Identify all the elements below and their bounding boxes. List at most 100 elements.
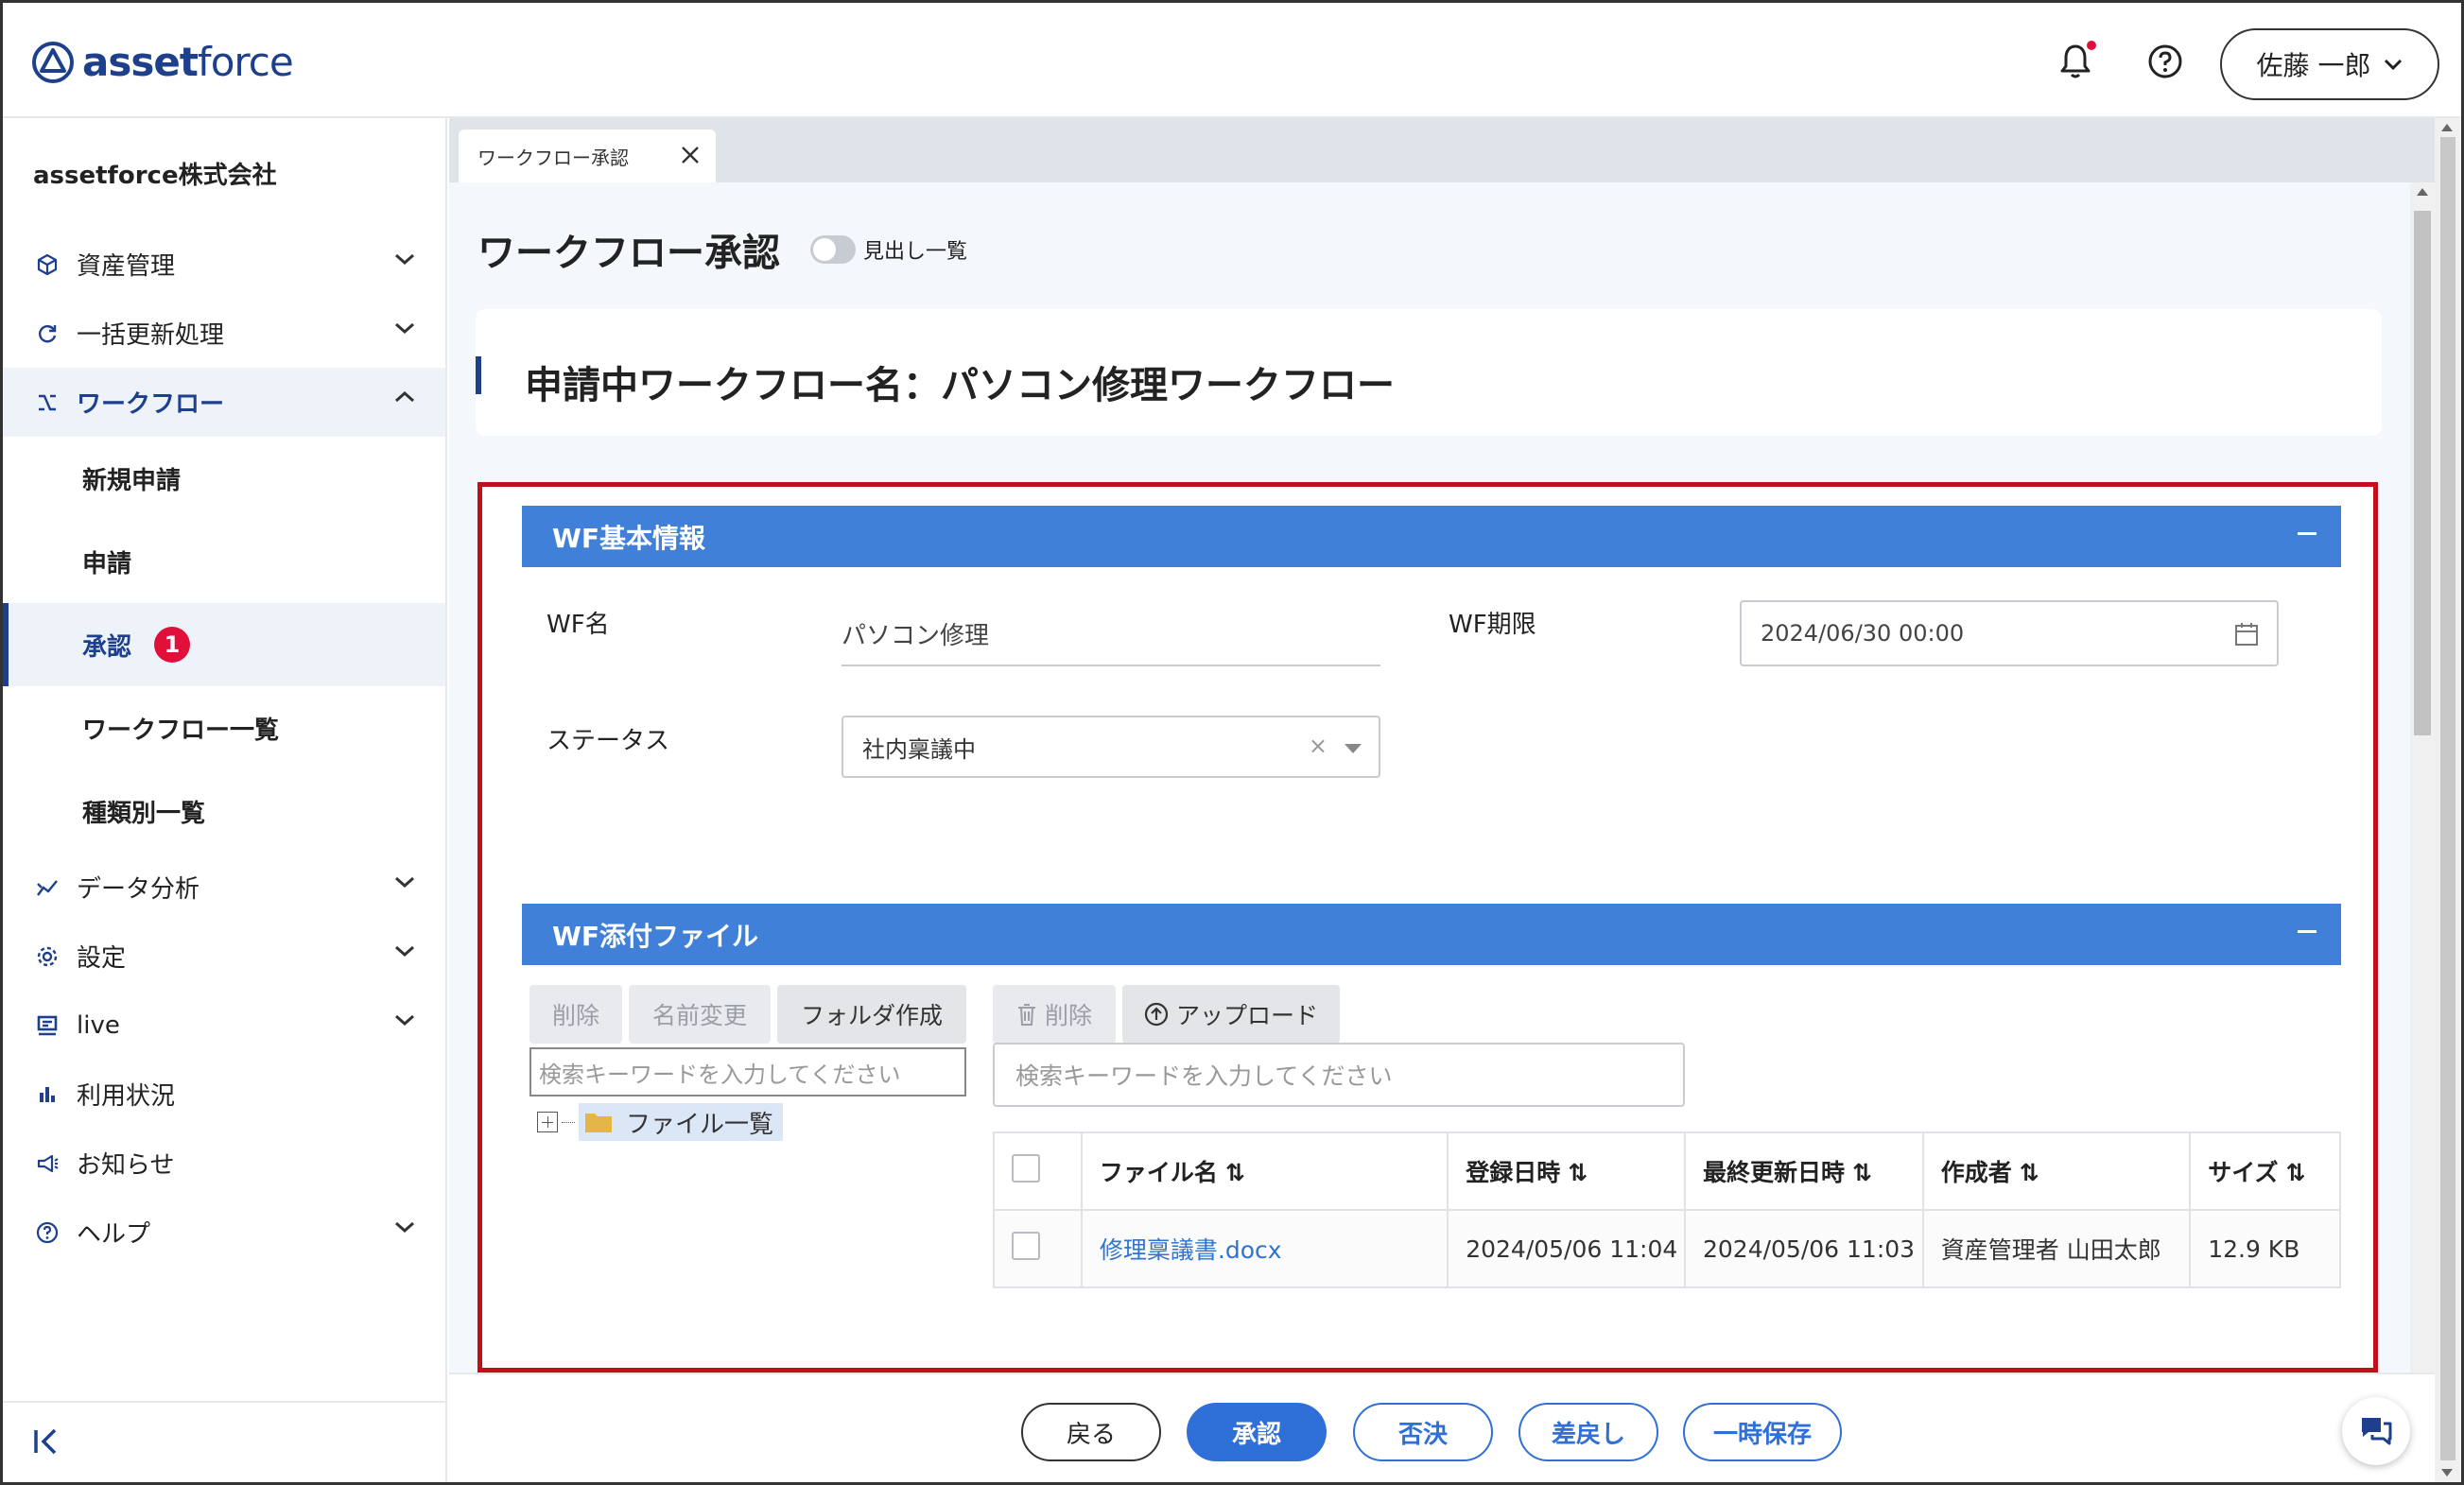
column-label: 作成者 xyxy=(1940,1159,2012,1186)
sidebar-item-settings[interactable]: 設定 xyxy=(3,922,445,991)
column-header-updated[interactable]: 最終更新日時 ⇅ xyxy=(1683,1131,1924,1211)
sort-icon[interactable]: ⇅ xyxy=(1568,1159,1588,1186)
scroll-thumb[interactable] xyxy=(2440,137,2455,1460)
window-scrollbar[interactable] xyxy=(2435,118,2461,1482)
folder-search-placeholder: 検索キーワードを入力してください xyxy=(539,1061,901,1088)
save-draft-button[interactable]: 一時保存 xyxy=(1683,1403,1842,1461)
help-icon xyxy=(35,1220,60,1245)
sidebar-item-notices[interactable]: お知らせ xyxy=(3,1129,445,1198)
sidebar-subitem-new-request[interactable]: 新規申請 xyxy=(3,437,445,520)
tree-connector xyxy=(562,1121,575,1123)
calendar-icon[interactable] xyxy=(2233,621,2260,648)
headings-list-toggle[interactable] xyxy=(810,235,856,264)
sidebar-subitem-by-type-list[interactable]: 種類別一覧 xyxy=(3,769,445,853)
chevron-down-icon xyxy=(2385,59,2403,71)
folder-delete-button[interactable]: 削除 xyxy=(529,985,622,1044)
section-title: WF基本情報 xyxy=(552,522,706,554)
file-search-input[interactable]: 検索キーワードを入力してください xyxy=(993,1043,1685,1107)
chevron-down-icon xyxy=(395,322,414,335)
back-button[interactable]: 戻る xyxy=(1021,1403,1161,1461)
chevron-up-icon xyxy=(395,390,414,403)
sidebar: assetforce株式会社 資産管理 一括更新処理 ワークフロー 新規申請 申… xyxy=(3,118,447,1482)
select-all-checkbox[interactable] xyxy=(1012,1154,1040,1183)
tab-workflow-approval[interactable]: ワークフロー承認 xyxy=(459,130,716,182)
sidebar-item-label: ヘルプ xyxy=(77,1220,151,1249)
approve-button[interactable]: 承認 xyxy=(1187,1403,1327,1461)
scroll-thumb[interactable] xyxy=(2414,211,2431,735)
sort-icon[interactable]: ⇅ xyxy=(2285,1159,2305,1186)
tree-node-file-list[interactable]: ファイル一覧 xyxy=(579,1103,784,1141)
sidebar-item-data-analysis[interactable]: データ分析 xyxy=(3,853,445,922)
chat-icon xyxy=(2362,1418,2392,1445)
scroll-up-arrow-icon[interactable] xyxy=(2441,124,2453,131)
table-row[interactable]: 修理稟議書.docx 2024/05/06 11:04 2024/05/06 1… xyxy=(993,1209,2341,1288)
trash-icon xyxy=(1017,1004,1035,1026)
header-select-cell xyxy=(993,1131,1083,1211)
cell-file-name: 修理稟議書.docx xyxy=(1080,1209,1449,1288)
scroll-down-arrow-icon[interactable] xyxy=(2441,1469,2453,1476)
chevron-down-icon xyxy=(395,1014,414,1027)
sidebar-item-usage[interactable]: 利用状況 xyxy=(3,1060,445,1129)
status-value: 社内稟議中 xyxy=(862,735,976,763)
tab-bar: ワークフロー承認 xyxy=(449,118,2435,182)
file-delete-button[interactable]: 削除 xyxy=(993,985,1116,1044)
scroll-up-arrow-icon[interactable] xyxy=(2417,188,2428,196)
chevron-down-icon xyxy=(395,1221,414,1234)
headings-list-toggle-label: 見出し一覧 xyxy=(863,240,968,264)
notification-bell-icon[interactable] xyxy=(2055,41,2096,82)
sidebar-subitem-approval[interactable]: 承認 1 xyxy=(3,603,445,686)
logo[interactable]: assetforce xyxy=(31,39,294,85)
sidebar-item-live[interactable]: live xyxy=(3,991,445,1060)
column-header-registered[interactable]: 登録日時 ⇅ xyxy=(1447,1131,1686,1211)
sort-icon[interactable]: ⇅ xyxy=(2020,1159,2039,1186)
collapse-minus-icon[interactable] xyxy=(2298,532,2317,535)
sidebar-item-workflow[interactable]: ワークフロー xyxy=(3,368,445,437)
clear-icon[interactable]: × xyxy=(1309,733,1327,759)
status-select[interactable]: 社内稟議中 × xyxy=(842,716,1380,778)
close-icon[interactable] xyxy=(680,145,701,165)
tab-label: ワークフロー承認 xyxy=(477,146,629,169)
return-button[interactable]: 差戻し xyxy=(1518,1403,1658,1461)
folder-tree: ファイル一覧 xyxy=(537,1103,784,1141)
sort-icon[interactable]: ⇅ xyxy=(1225,1159,1245,1186)
wf-basic-info-header[interactable]: WF基本情報 xyxy=(522,506,2341,567)
sort-icon[interactable]: ⇅ xyxy=(1852,1159,1872,1186)
row-checkbox[interactable] xyxy=(1012,1232,1040,1260)
wf-deadline-input[interactable]: 2024/06/30 00:00 xyxy=(1740,600,2279,666)
top-header: assetforce 佐藤 一郎 xyxy=(3,3,2461,118)
status-label: ステータス xyxy=(547,727,670,755)
column-header-file-name[interactable]: ファイル名 ⇅ xyxy=(1080,1131,1449,1211)
collapse-sidebar-icon[interactable] xyxy=(31,1425,63,1458)
file-link[interactable]: 修理稟議書.docx xyxy=(1100,1236,1282,1264)
sidebar-subitem-request[interactable]: 申請 xyxy=(3,520,445,603)
sidebar-subitem-workflow-list[interactable]: ワークフロー一覧 xyxy=(3,686,445,769)
sidebar-item-help[interactable]: ヘルプ xyxy=(3,1198,445,1267)
collapse-minus-icon[interactable] xyxy=(2298,930,2317,933)
section-title: WF添付ファイル xyxy=(552,920,759,952)
cell-updated: 2024/05/06 11:03 xyxy=(1683,1209,1924,1288)
sidebar-footer xyxy=(3,1401,445,1482)
column-header-creator[interactable]: 作成者 ⇅ xyxy=(1921,1131,2192,1211)
column-header-size[interactable]: サイズ ⇅ xyxy=(2189,1131,2341,1211)
wf-name-field[interactable]: パソコン修理 xyxy=(842,616,1380,666)
wf-attachments-header[interactable]: WF添付ファイル xyxy=(522,904,2341,965)
sidebar-item-bulk-update[interactable]: 一括更新処理 xyxy=(3,299,445,368)
reject-button[interactable]: 否決 xyxy=(1353,1403,1493,1461)
folder-search-input[interactable]: 検索キーワードを入力してください xyxy=(529,1047,966,1096)
sidebar-item-asset-management[interactable]: 資産管理 xyxy=(3,230,445,299)
workflow-detail-highlight: WF基本情報 WF名 パソコン修理 WF期限 2024/06/30 00:00 … xyxy=(477,482,2378,1373)
file-search-placeholder: 検索キーワードを入力してください xyxy=(1015,1062,1393,1090)
user-menu-button[interactable]: 佐藤 一郎 xyxy=(2220,28,2439,100)
upload-button[interactable]: アップロード xyxy=(1122,985,1340,1044)
create-folder-button[interactable]: フォルダ作成 xyxy=(777,985,966,1044)
wf-deadline-value: 2024/06/30 00:00 xyxy=(1761,620,1965,647)
user-name: 佐藤 一郎 xyxy=(2256,50,2371,81)
caret-down-icon xyxy=(1345,744,1362,753)
expand-plus-icon[interactable] xyxy=(537,1112,558,1132)
folder-rename-button[interactable]: 名前変更 xyxy=(629,985,771,1044)
button-label: アップロード xyxy=(1175,1002,1318,1029)
chat-button[interactable] xyxy=(2342,1397,2410,1465)
help-circle-icon[interactable] xyxy=(2144,41,2186,82)
content-scrollbar[interactable] xyxy=(2410,182,2435,1373)
chevron-down-icon xyxy=(395,945,414,958)
